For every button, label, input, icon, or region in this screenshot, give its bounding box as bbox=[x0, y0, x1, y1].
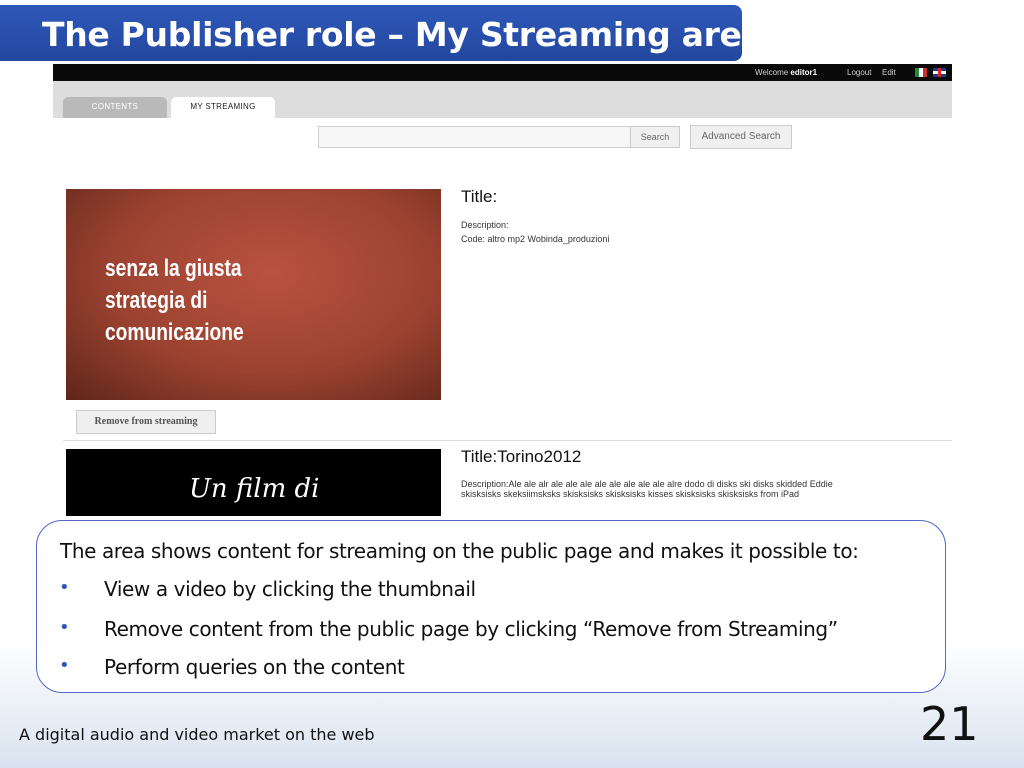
tab-bar: CONTENTS MY STREAMING bbox=[53, 81, 952, 118]
thumbnail-line: comunicazione bbox=[105, 319, 244, 346]
welcome-text: Welcome editor1 bbox=[755, 68, 817, 77]
page-number: 21 bbox=[920, 697, 979, 751]
search-input[interactable] bbox=[318, 126, 632, 148]
uk-flag-icon[interactable] bbox=[933, 68, 946, 77]
thumbnail-line: strategia di bbox=[105, 287, 208, 314]
bullet-icon: • bbox=[59, 617, 70, 638]
italian-flag-icon[interactable] bbox=[915, 68, 927, 77]
thumbnail-line: senza la giusta bbox=[105, 255, 242, 282]
bullet-icon: • bbox=[59, 577, 70, 598]
slide-title: The Publisher role – My Streaming area bbox=[42, 15, 764, 54]
username: editor1 bbox=[790, 68, 818, 77]
bullet-icon: • bbox=[59, 655, 70, 676]
item-divider bbox=[63, 440, 952, 441]
remove-from-streaming-button[interactable]: Remove from streaming bbox=[76, 410, 216, 434]
tab-my-streaming[interactable]: MY STREAMING bbox=[171, 97, 275, 118]
bullet-text: Perform queries on the content bbox=[104, 655, 405, 679]
logout-link[interactable]: Logout bbox=[847, 68, 871, 77]
app-screenshot: Welcome editor1 Logout Edit CONTENTS MY … bbox=[53, 64, 952, 516]
item-code: Code: altro mp2 Wobinda_produzioni bbox=[461, 234, 610, 244]
advanced-search-button[interactable]: Advanced Search bbox=[690, 125, 792, 149]
welcome-prefix: Welcome bbox=[755, 68, 791, 77]
bullet-text: View a video by clicking the thumbnail bbox=[104, 577, 476, 601]
callout-box: The area shows content for streaming on … bbox=[36, 520, 946, 693]
search-button[interactable]: Search bbox=[630, 126, 680, 148]
video-thumbnail[interactable]: Un film di bbox=[66, 449, 441, 516]
item-description: Description:Ale ale alr ale ale ale ale … bbox=[461, 479, 833, 499]
video-thumbnail[interactable]: senza la giusta strategia di comunicazio… bbox=[66, 189, 441, 400]
tab-contents[interactable]: CONTENTS bbox=[63, 97, 167, 118]
thumbnail-caption: Un film di bbox=[189, 474, 320, 504]
app-topbar: Welcome editor1 Logout Edit bbox=[53, 64, 952, 81]
slide-title-bar: The Publisher role – My Streaming area bbox=[0, 5, 764, 61]
item-title: Title:Torino2012 bbox=[461, 447, 582, 466]
slide-footer: A digital audio and video market on the … bbox=[19, 725, 375, 744]
edit-link[interactable]: Edit bbox=[882, 68, 896, 77]
callout-intro: The area shows content for streaming on … bbox=[60, 539, 859, 563]
thumbnail-caption: senza la giusta strategia di comunicazio… bbox=[105, 253, 244, 349]
bullet-text: Remove content from the public page by c… bbox=[104, 617, 838, 641]
item-title: Title: bbox=[461, 187, 498, 206]
item-description: Description: bbox=[461, 220, 509, 230]
